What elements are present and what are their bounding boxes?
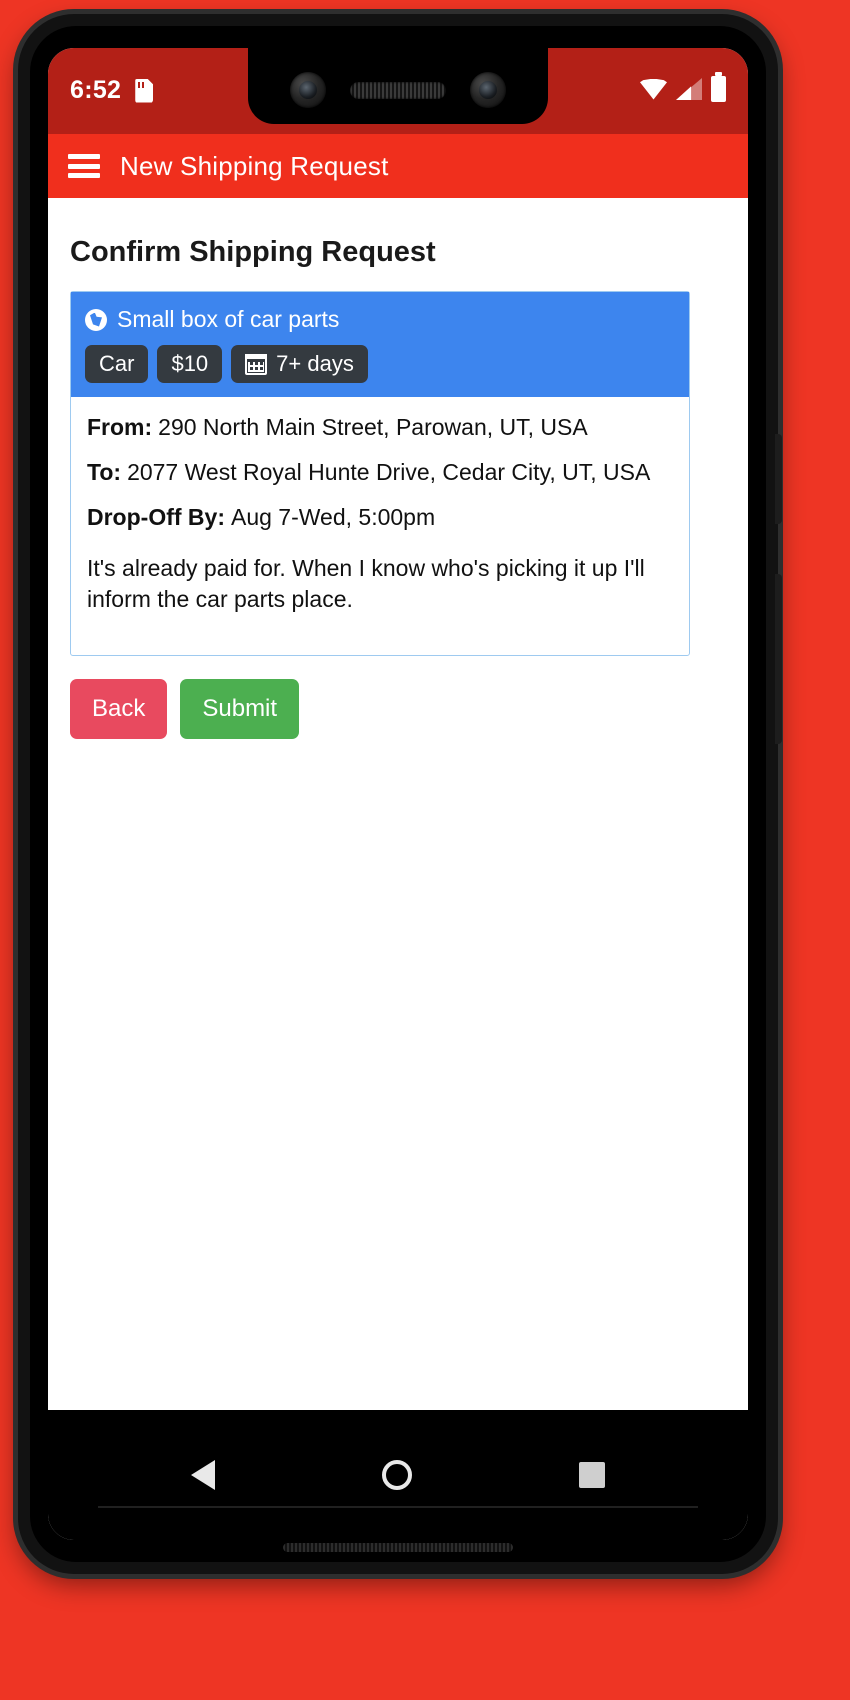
phone-frame: 6:52 New Shipping Request Confirm Shippi… — [18, 14, 782, 1574]
detail-label-from: From: — [87, 414, 153, 440]
page-title: Confirm Shipping Request — [70, 236, 436, 268]
status-bar-right — [640, 72, 726, 102]
phone-chin-divider — [98, 1506, 698, 1508]
phone-screen: 6:52 New Shipping Request Confirm Shippi… — [48, 48, 748, 1540]
detail-value-to: 2077 West Royal Hunte Drive, Cedar City,… — [127, 458, 651, 485]
badge-transport-type-label: Car — [99, 351, 135, 376]
detail-value-dropoff: Aug 7-Wed, 5:00pm — [230, 503, 436, 530]
earpiece-speaker — [350, 82, 446, 99]
status-bar: 6:52 — [48, 48, 748, 134]
front-camera-right-icon — [470, 72, 506, 108]
hamburger-menu-icon[interactable] — [68, 154, 100, 178]
detail-label-to: To: — [87, 458, 122, 485]
app-bar-title: New Shipping Request — [120, 150, 389, 181]
status-time: 6:52 — [70, 76, 122, 104]
back-button[interactable]: Back — [70, 679, 168, 740]
detail-row-from: From: 290 North Main Street, Parowan, UT,… — [87, 413, 673, 442]
detail-row-dropoff: Drop-Off By: Aug 7-Wed, 5:00pm — [87, 503, 673, 532]
badge-price: $10 — [157, 345, 223, 383]
power-button[interactable] — [775, 434, 782, 524]
badge-price-label: $10 — [171, 351, 209, 376]
card-badges: Car $10 7+ days — [85, 345, 675, 383]
volume-button[interactable] — [775, 574, 782, 744]
detail-label-dropoff: Drop-Off By: — [87, 503, 225, 530]
detail-row-to: To: 2077 West Royal Hunte Drive, Cedar Ci… — [87, 458, 673, 487]
card-body: From: 290 North Main Street, Parowan, UT,… — [71, 397, 689, 655]
nav-recents-square-icon[interactable] — [578, 1462, 605, 1488]
wifi-icon — [640, 78, 667, 100]
app-bar: New Shipping Request — [48, 134, 748, 198]
action-buttons: Back Submit — [70, 679, 726, 740]
request-note: It's already paid for. When I know who's… — [87, 555, 645, 613]
signal-icon — [676, 78, 702, 100]
battery-icon — [711, 72, 726, 102]
card-title-row: Small box of car parts — [85, 306, 675, 333]
nav-home-circle-icon[interactable] — [381, 1460, 412, 1490]
display-notch — [248, 48, 548, 124]
badge-duration-label: 7+ days — [276, 351, 354, 376]
badge-transport-type: Car — [85, 345, 149, 383]
submit-button[interactable]: Submit — [180, 679, 300, 740]
sdcard-icon — [135, 78, 154, 103]
calendar-icon — [245, 353, 268, 375]
card-title: Small box of car parts — [117, 306, 340, 332]
page-content: Confirm Shipping Request Small box of ca… — [48, 198, 748, 1410]
badge-duration: 7+ days — [231, 345, 368, 383]
card-header: Small box of car parts Car $10 7+ days — [71, 292, 689, 397]
android-nav-bar — [48, 1410, 748, 1540]
detail-value-from: 290 North Main Street, Parowan, UT, USA — [158, 414, 588, 440]
nav-back-triangle-icon[interactable] — [191, 1460, 216, 1490]
shipping-request-card: Small box of car parts Car $10 7+ days F… — [70, 291, 690, 657]
front-camera-left-icon — [290, 72, 326, 108]
status-bar-left: 6:52 — [48, 48, 154, 105]
globe-icon — [85, 308, 107, 331]
bottom-speaker-grill — [283, 1543, 513, 1552]
